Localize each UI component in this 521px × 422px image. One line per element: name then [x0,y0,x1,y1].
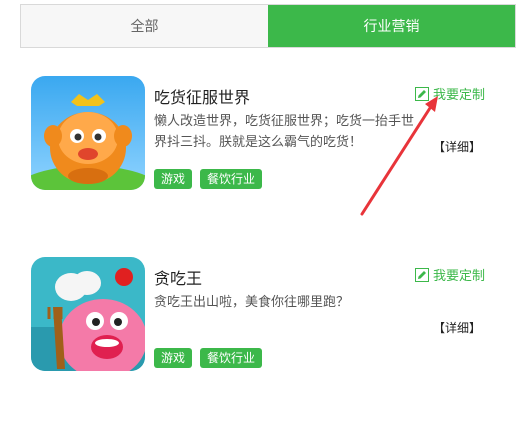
app-title[interactable]: 贪吃王 [154,265,202,289]
tag-catering[interactable]: 餐饮行业 [200,348,263,368]
app-card: 吃货征服世界 懒人改造世界，吃货征服世界；吃货一抬手世界抖三抖。朕就是这么霸气的… [31,76,501,196]
tab-all[interactable]: 全部 [21,5,268,47]
app-card: 贪吃王 贪吃王出山啦，美食你往哪里跑？ 我要定制 【详细】 游戏 餐饮行业 [31,257,501,377]
tag-list: 游戏 餐饮行业 [154,348,263,368]
app-description: 懒人改造世界，吃货征服世界；吃货一抬手世界抖三抖。朕就是这么霸气的吃货！ [154,114,415,150]
customize-label: 我要定制 [432,269,485,284]
customize-button[interactable]: 我要定制 [414,265,485,284]
pig-chef-game-icon[interactable] [31,257,145,371]
app-title[interactable]: 吃货征服世界 [154,84,250,108]
monkey-game-icon[interactable] [31,76,145,190]
category-tabs: 全部 行业营销 [20,4,516,48]
tab-industry-marketing[interactable]: 行业营销 [268,5,515,47]
tag-list: 游戏 餐饮行业 [154,169,263,189]
detail-link[interactable]: 【详细】 [433,319,481,336]
customize-button[interactable]: 我要定制 [414,84,485,103]
tag-catering[interactable]: 餐饮行业 [200,169,263,189]
app-description: 贪吃王出山啦，美食你往哪里跑？ [154,295,350,310]
tag-game[interactable]: 游戏 [154,169,193,189]
tag-game[interactable]: 游戏 [154,348,193,368]
customize-label: 我要定制 [432,88,485,103]
edit-icon [414,267,429,282]
edit-icon [414,86,429,101]
detail-link[interactable]: 【详细】 [433,138,481,155]
